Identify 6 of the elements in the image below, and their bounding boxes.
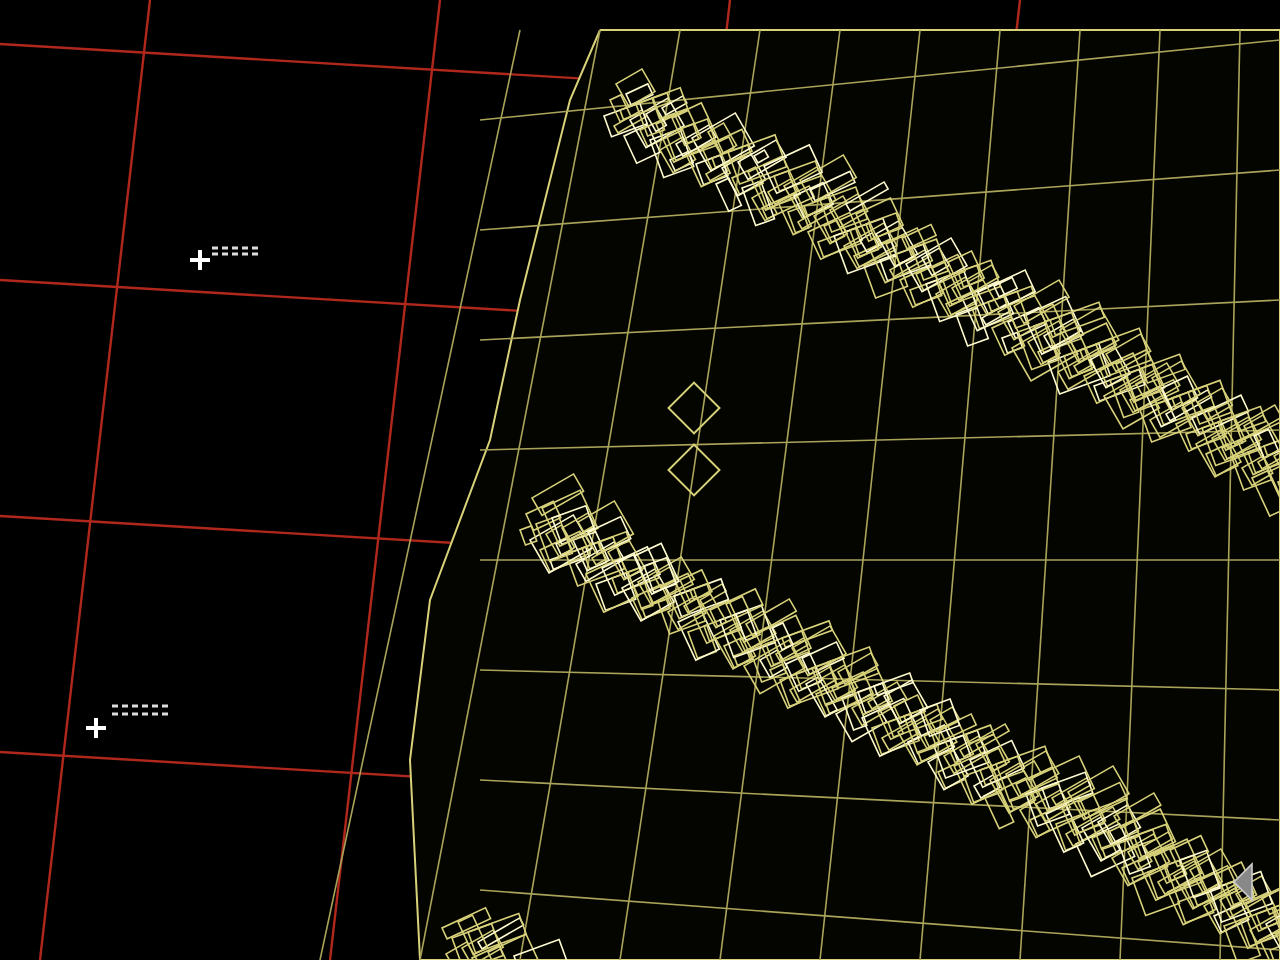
marker-label-drawing xyxy=(210,246,260,256)
crosshair-marker-icon xyxy=(84,716,108,740)
triangle-icon[interactable] xyxy=(1232,862,1253,902)
marker-label-drawing xyxy=(110,704,170,716)
crosshair-marker-icon xyxy=(188,248,212,272)
map-viewport[interactable] xyxy=(0,0,1280,960)
